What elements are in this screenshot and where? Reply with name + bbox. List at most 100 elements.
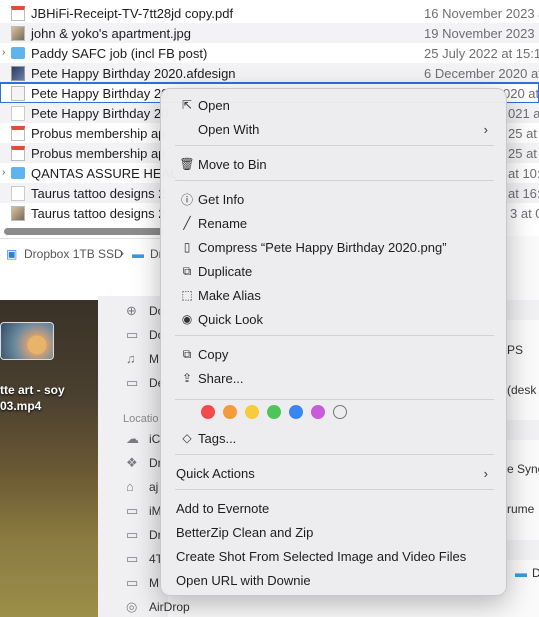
menu-item-open-url-with-downie[interactable]: Open URL with Downie [167, 568, 502, 592]
row-fragment: e Sync [507, 462, 539, 476]
desktop-file-line2: 03.mp4 [0, 399, 42, 413]
tag-blue-button[interactable] [289, 405, 303, 419]
open-icon: ⇱ [181, 98, 193, 112]
file-name: Pete Happy Birthday 20 [31, 105, 169, 121]
sidebar-item[interactable]: AirDrop [149, 600, 190, 614]
desktop-file-label[interactable]: tte art - soy 03.mp4 [0, 382, 65, 414]
sidebar-item[interactable]: iC [149, 432, 160, 446]
menu-item-get-info[interactable]: ⓘ Get Info [167, 187, 502, 211]
menu-separator [175, 489, 494, 490]
menu-item-betterzip-clean-and-zip[interactable]: BetterZip Clean and Zip [167, 520, 502, 544]
file-name: JBHiFi-Receipt-TV-7tt28jd copy.pdf [31, 5, 234, 21]
file-name: Pete Happy Birthday 2020.afdesign [31, 65, 236, 81]
menu-item-label: BetterZip Clean and Zip [176, 524, 314, 540]
document-icon: ▭ [126, 327, 139, 342]
menu-item-create-shot-from-selected-image-and-video-files[interactable]: Create Shot From Selected Image and Vide… [167, 544, 502, 568]
menu-separator [175, 145, 494, 146]
tag-green-button[interactable] [267, 405, 281, 419]
menu-item-label: Open URL with Downie [176, 572, 311, 588]
menu-item-quick-actions[interactable]: Quick Actions › [167, 461, 502, 485]
menu-item-tags[interactable]: ◇ Tags... [167, 426, 502, 450]
image-icon [11, 206, 25, 221]
file-name: Probus membership ap [31, 145, 166, 161]
sidebar-item[interactable]: M [149, 352, 159, 366]
menu-item-label: Quick Look [198, 311, 264, 327]
menu-item-open-with[interactable]: Open With › [167, 117, 502, 141]
menu-item-label: Make Alias [198, 287, 261, 303]
context-menu: ⇱ Open Open With › 🗑 Move to Bin ⓘ Get Info ╱ Ren… [160, 88, 507, 596]
menu-separator [175, 335, 494, 336]
file-name: Paddy SAFC job (incl FB post) [31, 45, 208, 61]
menu-item-rename[interactable]: ╱ Rename [167, 211, 502, 235]
home-icon: ⌂ [126, 479, 134, 494]
video-thumbnail[interactable] [0, 322, 54, 360]
airdrop-icon: ◎ [126, 599, 138, 614]
file-date: 020 at [503, 85, 539, 101]
tag-red-button[interactable] [201, 405, 215, 419]
png-icon [11, 86, 25, 101]
drive-icon: ▭ [126, 551, 139, 566]
menu-item-share[interactable]: ⇪ Share... [167, 366, 502, 390]
path-separator: › [120, 246, 124, 260]
disclosure-triangle-icon[interactable]: › [2, 163, 10, 183]
tag-orange-button[interactable] [223, 405, 237, 419]
file-date: at 10:3 [508, 165, 539, 181]
file-name: Taurus tattoo designs 2 [31, 185, 166, 201]
menu-item-make-alias[interactable]: ⬚ Make Alias [167, 283, 502, 307]
tag-none-button[interactable] [333, 405, 347, 419]
tag-color-picker [201, 405, 347, 419]
menu-item-label: Rename [198, 215, 248, 231]
duplicate-icon: ⧉ [182, 263, 192, 278]
menu-item-label: Duplicate [198, 263, 253, 279]
menu-item-label: Compress “Pete Happy Birthday 2020.png” [198, 239, 447, 255]
info-icon: ⓘ [180, 192, 193, 207]
tag-icon: ◇ [182, 431, 192, 445]
file-date: 6 December 2020 at [424, 65, 539, 81]
chevron-right-icon: › [483, 121, 488, 137]
disclosure-triangle-icon[interactable]: › [2, 43, 10, 63]
menu-item-quick-look[interactable]: ◉ Quick Look [167, 307, 502, 331]
sidebar-item[interactable]: aj [149, 480, 158, 494]
menu-item-label: Create Shot From Selected Image and Vide… [176, 548, 467, 564]
share-icon: ⇪ [181, 371, 193, 385]
file-row[interactable]: john & yoko's apartment.jpg 19 November 2… [0, 23, 539, 43]
sidebar-item[interactable]: M [149, 576, 159, 590]
menu-item-move-to-bin[interactable]: 🗑 Move to Bin [167, 152, 502, 176]
tag-yellow-button[interactable] [245, 405, 259, 419]
download-icon: ⊕ [126, 303, 137, 318]
menu-item-add-to-evernote[interactable]: Add to Evernote [167, 496, 502, 520]
compress-icon: ▯ [183, 240, 191, 254]
icloud-icon: ☁ [126, 431, 139, 446]
file-row[interactable]: JBHiFi-Receipt-TV-7tt28jd copy.pdf 16 Nov… [0, 3, 539, 23]
menu-item-label: Copy [198, 346, 229, 362]
menu-item-label: Get Info [198, 191, 245, 207]
image-icon [11, 26, 25, 41]
path-item-drive[interactable]: Dropbox 1TB SSD [24, 247, 123, 261]
rename-icon: ╱ [183, 216, 191, 230]
file-name: Taurus tattoo designs 2 [31, 205, 166, 221]
file-date: 3 at 0 [510, 205, 539, 221]
file-name: Pete Happy Birthday 20 [31, 85, 169, 101]
window-edge [507, 236, 539, 296]
file-date: 25 at [508, 145, 537, 161]
music-icon: ♫ [126, 351, 136, 366]
menu-item-compress-pete-happy-birthday-2020-png[interactable]: ▯ Compress “Pete Happy Birthday 2020.png” [167, 235, 502, 259]
sidebar-section-locations: Locatio [123, 413, 159, 425]
file-row[interactable]: › Paddy SAFC job (incl FB post) 25 July 20… [0, 43, 539, 63]
pdf-icon [11, 146, 25, 161]
trash-icon: 🗑 [179, 157, 195, 171]
menu-item-duplicate[interactable]: ⧉ Duplicate [167, 259, 502, 283]
row-band [507, 300, 539, 320]
menu-item-open[interactable]: ⇱ Open [167, 93, 502, 117]
folder-icon [11, 167, 25, 179]
menu-item-copy[interactable]: ⧉ Copy [167, 342, 502, 366]
menu-separator [175, 454, 494, 455]
file-date: 16 November 2023 a [424, 5, 539, 21]
drive-icon: ▭ [126, 575, 139, 590]
file-date: 25 July 2022 at 15:18 [424, 45, 539, 61]
file-row[interactable]: Pete Happy Birthday 2020.afdesign 6 Decem… [0, 63, 539, 83]
afdesign-icon [11, 66, 25, 81]
tag-purple-button[interactable] [311, 405, 325, 419]
horizontal-scrollbar[interactable] [4, 228, 164, 235]
row-fragment: D [532, 566, 539, 580]
